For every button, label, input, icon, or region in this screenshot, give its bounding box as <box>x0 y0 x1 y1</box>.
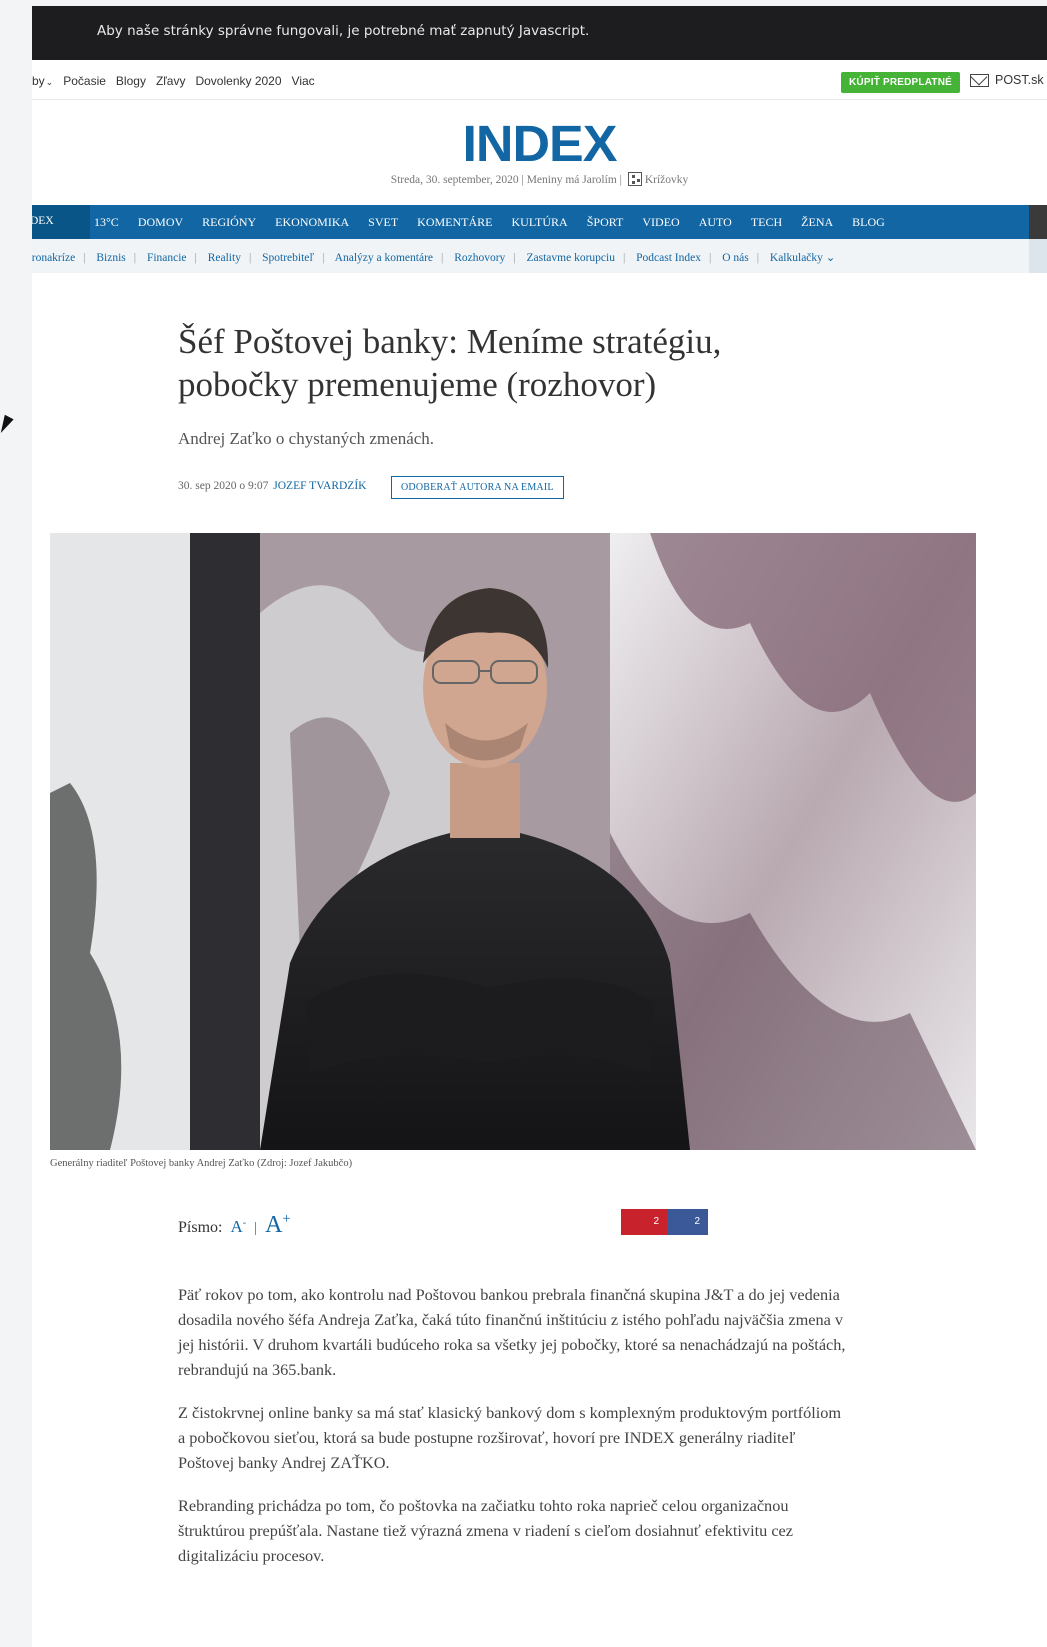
sub-nav: oronakríze | Biznis | Financie | Reality | S… <box>32 239 1047 273</box>
nav-item-blog[interactable]: BLOG <box>852 215 885 230</box>
article-perex: Andrej Zaťko o chystaných zmenách. <box>178 429 435 448</box>
nav-brand[interactable]: DEX <box>32 205 90 239</box>
util-link-partial[interactable]: -by⌄ <box>32 74 53 88</box>
post-link[interactable]: POST.sk <box>970 73 1044 87</box>
nav-item-regiony[interactable]: REGIÓNY <box>202 215 256 230</box>
subnav-separator: | <box>322 252 325 264</box>
subnav-separator: | <box>194 252 197 264</box>
buy-subscription-button[interactable]: KÚPIŤ PREDPLATNÉ <box>841 72 961 93</box>
main-nav: DEX 13°C DOMOV REGIÓNY EKONOMIKA SVET KO… <box>32 205 1047 239</box>
subnav-separator: | <box>709 252 712 264</box>
util-link-more[interactable]: Viac <box>292 74 315 88</box>
util-link-blogs[interactable]: Blogy <box>116 74 146 88</box>
nav-edge <box>1029 205 1047 239</box>
subnav-separator: | <box>133 252 137 264</box>
nav-item-video[interactable]: VIDEO <box>642 215 679 230</box>
article-paragraph: Päť rokov po tom, ako kontrolu nad Pošto… <box>178 1285 846 1379</box>
nav-item-ekonomika[interactable]: EKONOMIKA <box>275 215 349 230</box>
nav-item-auto[interactable]: AUTO <box>699 215 732 230</box>
nav-item-domov[interactable]: DOMOV <box>138 215 183 230</box>
left-background <box>0 0 32 1647</box>
page: Aby naše stránky správne fungovali, je p… <box>32 6 1047 1647</box>
subnav-edge <box>1029 239 1047 273</box>
subnav-item-kalkulacky[interactable]: Kalkulačky ⌄ <box>770 252 836 264</box>
nav-item-tech[interactable]: TECH <box>751 215 782 230</box>
chevron-down-icon: ⌄ <box>45 77 54 87</box>
nav-item-sport[interactable]: ŠPORT <box>587 215 624 230</box>
date-nameday: Streda, 30. september, 2020 | Meniny má … <box>390 174 622 186</box>
subnav-item-korupcia[interactable]: Zastavme korupciu <box>527 252 615 264</box>
font-size-control: Písmo: A- | A+ <box>178 1211 291 1239</box>
subnav-item-financie[interactable]: Financie <box>147 252 187 264</box>
util-link-discounts[interactable]: Zľavy <box>156 74 186 88</box>
article-body: Päť rokov po tom, ako kontrolu nad Pošto… <box>178 1282 848 1586</box>
article-photo[interactable] <box>50 533 976 1150</box>
nav-item-svet[interactable]: SVET <box>368 215 398 230</box>
subnav-separator: | <box>756 252 760 264</box>
javascript-warning-text: Aby naše stránky správne fungovali, je p… <box>97 23 590 39</box>
font-separator: | <box>254 1220 258 1236</box>
subnav-item-reality[interactable]: Reality <box>208 252 241 264</box>
subnav-item-podcast[interactable]: Podcast Index <box>636 252 701 264</box>
dateline: Streda, 30. september, 2020 | Meniny má … <box>32 172 1047 186</box>
javascript-warning-bar: Aby naše stránky správne fungovali, je p… <box>32 6 1047 60</box>
subnav-item-spotrebitel[interactable]: Spotrebiteľ <box>262 252 314 264</box>
mail-icon <box>970 73 989 87</box>
article-headline: Šéf Poštovej banky: Meníme stratégiu, po… <box>178 322 722 404</box>
article-date: 30. sep 2020 o 9:07 <box>178 480 269 492</box>
crossword-link[interactable]: Krížovky <box>645 174 688 186</box>
utility-bar: -by⌄ Počasie Blogy Zľavy Dovolenky 2020 … <box>32 60 1047 100</box>
nav-temperature: 13°C <box>94 215 119 229</box>
site-logo[interactable]: INDEX <box>462 114 617 173</box>
font-label: Písmo: <box>178 1219 223 1236</box>
subnav-separator: | <box>83 252 86 264</box>
subnav-separator: | <box>622 252 626 264</box>
subnav-item-rozhovory[interactable]: Rozhovory <box>454 252 505 264</box>
util-link-weather[interactable]: Počasie <box>63 74 106 88</box>
share-buttons: 2 2 <box>621 1209 708 1235</box>
nav-item-komentare[interactable]: KOMENTÁRE <box>417 215 492 230</box>
font-smaller-button[interactable]: A- <box>230 1217 246 1237</box>
article-paragraph: Z čistokrvnej online banky sa má stať kl… <box>178 1403 842 1472</box>
subnav-separator: | <box>248 252 252 264</box>
post-label: POST.sk <box>995 73 1044 87</box>
subscribe-author-button[interactable]: ODOBERAŤ AUTORA NA EMAIL <box>391 476 564 499</box>
subnav-separator: | <box>513 252 516 264</box>
subnav-separator: | <box>441 252 444 264</box>
share-button-red[interactable]: 2 <box>621 1209 667 1235</box>
util-link-holidays[interactable]: Dovolenky 2020 <box>195 74 281 88</box>
share-button-facebook[interactable]: 2 <box>667 1209 708 1235</box>
subnav-item-biznis[interactable]: Biznis <box>96 252 125 264</box>
photo-illustration <box>50 533 976 1150</box>
utility-links: -by⌄ Počasie Blogy Zľavy Dovolenky 2020 … <box>32 74 315 88</box>
subnav-item-o-nas[interactable]: O nás <box>722 252 749 264</box>
subnav-item-koronakrize[interactable]: oronakríze <box>32 252 75 264</box>
crossword-icon <box>627 172 642 186</box>
subnav-item-analyzy[interactable]: Analýzy a komentáre <box>335 252 433 264</box>
nav-item-zena[interactable]: ŽENA <box>801 215 833 230</box>
article-paragraph: Rebranding prichádza po tom, čo poštovka… <box>178 1496 794 1565</box>
photo-caption: Generálny riaditeľ Poštovej banky Andrej… <box>50 1158 353 1169</box>
article-byline: 30. sep 2020 o 9:07 Jozef Tvardzík <box>178 480 366 492</box>
font-larger-button[interactable]: A+ <box>265 1211 290 1239</box>
author-link[interactable]: Jozef Tvardzík <box>273 480 366 492</box>
chevron-down-icon: ⌄ <box>825 252 836 264</box>
nav-item-kultura[interactable]: KULTÚRA <box>511 215 567 230</box>
